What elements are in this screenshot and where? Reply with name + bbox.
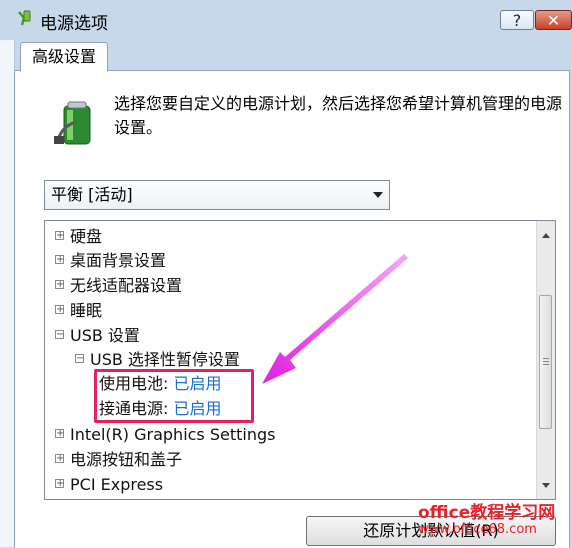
- tree-item-power-buttons-lid[interactable]: + 电源按钮和盖子: [55, 448, 182, 472]
- help-button[interactable]: ?: [500, 10, 534, 30]
- expand-plus-icon[interactable]: +: [55, 280, 64, 290]
- tab-advanced-settings[interactable]: 高级设置: [20, 42, 108, 72]
- expand-plus-icon[interactable]: +: [55, 255, 64, 265]
- power-plan-select[interactable]: 平衡 [活动]: [44, 180, 390, 210]
- expand-plus-icon[interactable]: +: [55, 231, 64, 241]
- title-bar: 电源选项 ? ✕: [0, 0, 572, 40]
- tree-item-pci-express[interactable]: + PCI Express: [55, 473, 163, 497]
- watermark-text: office教程学习网: [418, 503, 556, 523]
- tree-scrollbar[interactable]: [536, 221, 555, 499]
- tree-item-usb-settings[interactable]: − USB 设置: [55, 324, 140, 348]
- tree-item-desktop-background[interactable]: + 桌面背景设置: [55, 249, 166, 273]
- tree-item-sleep[interactable]: + 睡眠: [55, 299, 102, 323]
- power-plan-icon: [18, 10, 31, 26]
- scroll-up-arrow-icon[interactable]: [542, 233, 550, 238]
- chevron-down-icon: [373, 192, 383, 198]
- collapse-minus-icon[interactable]: −: [75, 354, 84, 364]
- battery-icon: [54, 101, 91, 145]
- tree-item-hard-disk[interactable]: + 硬盘: [55, 225, 102, 249]
- power-plan-select-value: 平衡 [活动]: [51, 185, 133, 204]
- expand-plus-icon[interactable]: +: [55, 305, 64, 315]
- watermark-url: www.office68.com: [418, 522, 537, 537]
- annotation-highlight-box: [94, 369, 254, 423]
- grip-icon: [543, 358, 549, 359]
- tree-item-intel-graphics[interactable]: + Intel(R) Graphics Settings: [55, 423, 275, 447]
- window-left-edge: [0, 40, 15, 547]
- expand-plus-icon[interactable]: +: [55, 454, 64, 464]
- settings-tree[interactable]: + 硬盘 + 桌面背景设置 + 无线适配器设置 + 睡眠 − USB 设置 − USB 选择…: [44, 220, 556, 500]
- scroll-down-arrow-icon[interactable]: [542, 483, 550, 488]
- power-options-window: 电源选项 ? ✕ 高级设置 选择您要自定义的电源计划，然后选择您希望计算机管理的…: [0, 0, 572, 548]
- tree-item-wireless-adapter[interactable]: + 无线适配器设置: [55, 274, 182, 298]
- expand-plus-icon[interactable]: +: [55, 429, 64, 439]
- close-button[interactable]: ✕: [535, 10, 572, 30]
- expand-plus-icon[interactable]: +: [55, 479, 64, 489]
- collapse-minus-icon[interactable]: −: [55, 330, 64, 340]
- description-text: 选择您要自定义的电源计划，然后选择您希望计算机管理的电源设置。: [114, 94, 563, 137]
- scrollbar-thumb[interactable]: [539, 295, 552, 429]
- window-title: 电源选项: [40, 14, 108, 34]
